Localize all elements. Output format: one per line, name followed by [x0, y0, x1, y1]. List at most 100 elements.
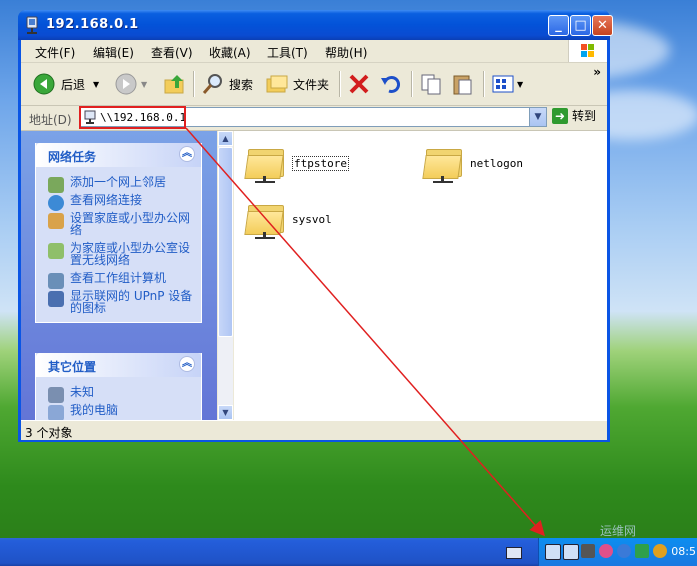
folders-label: 文件夹: [293, 77, 330, 92]
shared-folder-icon: [422, 143, 462, 183]
task-pane: 网络任务 ︽ 添加一个网上邻居 查看网络连接 设置家庭或小型办公网络 为家庭或小…: [21, 131, 217, 420]
toolbar-separator: [193, 71, 195, 97]
app-tray-icon[interactable]: [599, 544, 613, 558]
folders-button[interactable]: 文件夹: [265, 72, 329, 96]
network-tasks-panel: 网络任务 ︽ 添加一个网上邻居 查看网络连接 设置家庭或小型办公网络 为家庭或小…: [35, 143, 202, 323]
forward-arrow-icon: [115, 73, 137, 95]
app-tray-icon[interactable]: [635, 544, 649, 558]
undo-button[interactable]: [379, 72, 403, 96]
task-label: 显示联网的 UPnP 设备的图标: [70, 289, 193, 315]
menu-edit[interactable]: 编辑(E): [93, 44, 134, 61]
views-button[interactable]: ▼: [491, 72, 523, 96]
share-item[interactable]: ftpstore: [244, 143, 349, 183]
menu-bar: 文件(F) 编辑(E) 查看(V) 收藏(A) 工具(T) 帮助(H): [21, 40, 607, 63]
window-title: 192.168.0.1: [46, 17, 139, 32]
my-computer-icon: [48, 405, 64, 420]
up-folder-icon: [164, 75, 184, 94]
panel-header[interactable]: 其它位置 ︽: [36, 353, 201, 377]
wireless-icon: [48, 243, 64, 259]
menu-favorites[interactable]: 收藏(A): [209, 44, 251, 61]
clock[interactable]: 08:5: [671, 545, 696, 558]
task-label: 设置家庭或小型办公网络: [70, 211, 191, 237]
go-label: 转到: [572, 109, 597, 123]
toolbar-separator: [483, 71, 485, 97]
maximize-button[interactable]: □: [570, 15, 591, 36]
shared-folder-icon: [244, 199, 284, 239]
back-arrow-icon: [33, 73, 55, 95]
status-bar: 3 个对象: [21, 420, 607, 440]
other-places-panel: 其它位置 ︽ 未知 我的电脑: [35, 353, 202, 420]
copy-to-button[interactable]: [419, 72, 443, 96]
forward-button[interactable]: ▼: [115, 72, 147, 96]
network-tray-icon[interactable]: [545, 544, 561, 560]
place-unknown[interactable]: 未知: [36, 383, 201, 403]
address-label: 地址(D): [29, 113, 72, 127]
address-dropdown-icon[interactable]: ▼: [529, 108, 546, 126]
share-item[interactable]: sysvol: [244, 199, 332, 239]
back-dropdown-icon[interactable]: ▼: [93, 80, 99, 89]
go-button[interactable]: ➜ 转到: [552, 107, 596, 124]
search-button[interactable]: 搜索: [201, 72, 253, 96]
app-tray-icon[interactable]: [653, 544, 667, 558]
back-button[interactable]: 后退 ▼: [33, 72, 99, 96]
status-text: 3 个对象: [25, 426, 73, 440]
share-label: sysvol: [292, 212, 332, 226]
task-setup-wireless[interactable]: 为家庭或小型办公室设置无线网络: [36, 239, 201, 269]
search-label: 搜索: [229, 77, 254, 92]
close-button[interactable]: ✕: [592, 15, 613, 36]
task-label: 添加一个网上邻居: [70, 175, 167, 189]
scroll-down-arrow-icon[interactable]: ▼: [218, 405, 233, 420]
paste-icon: [453, 75, 472, 95]
task-show-upnp[interactable]: 显示联网的 UPnP 设备的图标: [36, 287, 201, 317]
views-grid-icon: [492, 75, 514, 93]
shared-folder-icon: [244, 143, 284, 183]
collapse-chevron-icon[interactable]: ︽: [179, 356, 195, 372]
task-view-workgroup[interactable]: 查看工作组计算机: [36, 269, 201, 289]
task-label: 查看网络连接: [70, 193, 143, 207]
menu-view[interactable]: 查看(V): [151, 44, 193, 61]
task-label: 查看工作组计算机: [70, 271, 167, 285]
views-dropdown-icon[interactable]: ▼: [517, 80, 523, 89]
title-bar[interactable]: 192.168.0.1 _ □ ✕: [18, 10, 613, 40]
menu-file[interactable]: 文件(F): [35, 44, 75, 61]
copy-icon: [421, 74, 441, 95]
scroll-thumb[interactable]: [218, 147, 233, 337]
share-item[interactable]: netlogon: [422, 143, 523, 183]
delete-x-icon: [349, 74, 369, 94]
task-view-connections[interactable]: 查看网络连接: [36, 191, 201, 211]
vmware-tray-icon[interactable]: [581, 544, 595, 558]
place-label: 未知: [70, 385, 95, 399]
toolbar: 后退 ▼ ▼ 搜索 文件夹 ▼ »: [21, 63, 607, 106]
task-pane-scrollbar[interactable]: ▲ ▼: [218, 131, 233, 420]
task-label: 为家庭或小型办公室设置无线网络: [70, 241, 191, 267]
panel-header[interactable]: 网络任务 ︽: [36, 143, 201, 167]
upnp-device-icon: [48, 291, 64, 307]
up-folder-button[interactable]: [163, 72, 187, 96]
place-my-computer[interactable]: 我的电脑: [36, 401, 201, 420]
forward-dropdown-icon[interactable]: ▼: [141, 80, 147, 89]
undo-icon: [381, 75, 401, 93]
menu-tools[interactable]: 工具(T): [267, 44, 308, 61]
minimize-button[interactable]: _: [548, 15, 569, 36]
back-label: 后退: [61, 77, 86, 92]
paste-button[interactable]: [451, 72, 475, 96]
network-tray-icon[interactable]: [563, 544, 579, 560]
windows-logo-icon: [568, 40, 607, 62]
toolbar-overflow-chevron[interactable]: »: [593, 65, 601, 79]
collapse-chevron-icon[interactable]: ︽: [179, 146, 195, 162]
keyboard-icon[interactable]: [506, 547, 522, 559]
watermark-text: 运维网: [600, 524, 637, 538]
delete-button[interactable]: [347, 72, 371, 96]
share-label: ftpstore: [292, 155, 349, 171]
system-tray: 08:5: [538, 538, 697, 566]
task-add-network-place[interactable]: 添加一个网上邻居: [36, 173, 201, 193]
address-highlight-box: [79, 106, 186, 129]
share-label: netlogon: [470, 156, 523, 170]
search-icon: [202, 74, 222, 94]
toolbar-separator: [339, 71, 341, 97]
task-setup-home-network[interactable]: 设置家庭或小型办公网络: [36, 209, 201, 239]
scroll-up-arrow-icon[interactable]: ▲: [218, 131, 233, 146]
app-tray-icon[interactable]: [617, 544, 631, 558]
file-view: ftpstore netlogon sysvol: [234, 131, 607, 420]
menu-help[interactable]: 帮助(H): [325, 44, 367, 61]
